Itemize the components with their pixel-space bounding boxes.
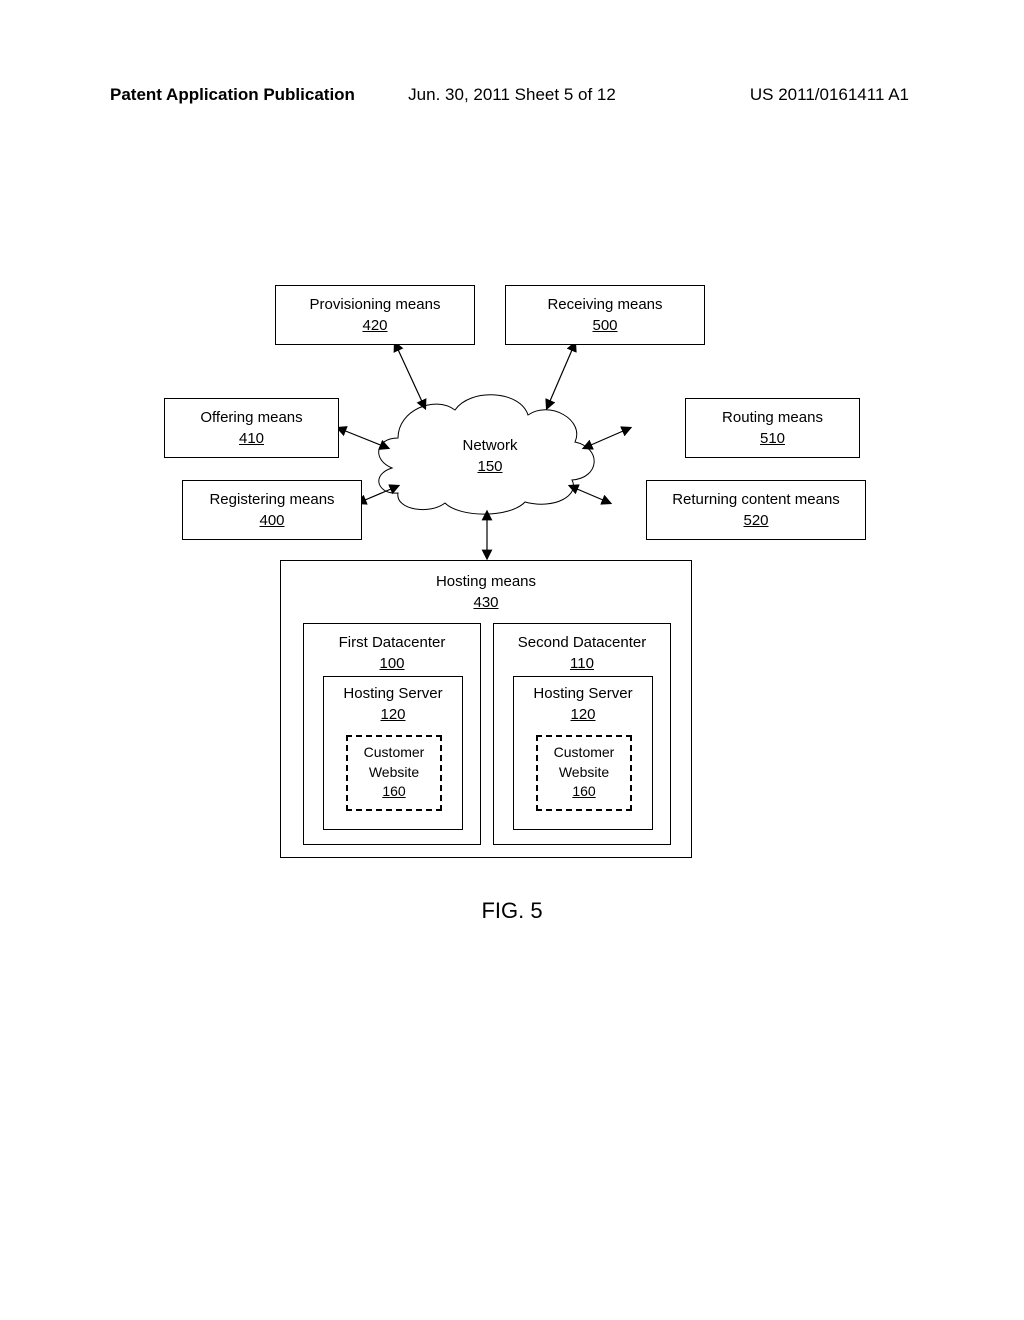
- dc1-website-l2: Website: [369, 764, 419, 780]
- provisioning-label: Provisioning means: [281, 294, 469, 315]
- registering-label: Registering means: [188, 489, 356, 510]
- header-patent-number: US 2011/0161411 A1: [750, 85, 909, 105]
- dc1-website-l1: Customer: [364, 744, 425, 760]
- offering-ref: 410: [170, 428, 333, 449]
- dc2-website-l2: Website: [559, 764, 609, 780]
- offering-label: Offering means: [170, 407, 333, 428]
- dc1-website-box: Customer Website 160: [346, 735, 442, 811]
- hosting-ref: 430: [473, 594, 498, 611]
- returning-label: Returning content means: [652, 489, 860, 510]
- dc1-label: First Datacenter: [339, 634, 446, 651]
- first-datacenter-box: First Datacenter 100 Hosting Server 120 …: [303, 623, 481, 845]
- dc2-label: Second Datacenter: [518, 634, 646, 651]
- dc2-website-ref: 160: [572, 783, 595, 799]
- hosting-label: Hosting means: [436, 573, 536, 590]
- network-text: Network 150: [385, 435, 595, 477]
- returning-ref: 520: [652, 510, 860, 531]
- registering-means-box: Registering means 400: [182, 480, 362, 540]
- second-datacenter-box: Second Datacenter 110 Hosting Server 120…: [493, 623, 671, 845]
- dc2-server-label: Hosting Server: [533, 685, 632, 702]
- offering-means-box: Offering means 410: [164, 398, 339, 458]
- routing-means-box: Routing means 510: [685, 398, 860, 458]
- network-ref: 150: [477, 458, 502, 475]
- hosting-title: Hosting means 430: [281, 561, 691, 613]
- header-sheet-info: Jun. 30, 2011 Sheet 5 of 12: [408, 85, 616, 105]
- header-publication: Patent Application Publication: [110, 85, 355, 105]
- provisioning-means-box: Provisioning means 420: [275, 285, 475, 345]
- dc1-website-ref: 160: [382, 783, 405, 799]
- network-cloud: Network 150: [385, 375, 595, 510]
- page-header: Patent Application Publication Jun. 30, …: [0, 85, 1024, 105]
- dc2-website-l1: Customer: [554, 744, 615, 760]
- dc2-server-ref: 120: [570, 706, 595, 723]
- dc2-server-box: Hosting Server 120 Customer Website 160: [513, 676, 653, 830]
- dc1-server-ref: 120: [380, 706, 405, 723]
- returning-means-box: Returning content means 520: [646, 480, 866, 540]
- hosting-means-box: Hosting means 430 First Datacenter 100 H…: [280, 560, 692, 858]
- provisioning-ref: 420: [281, 315, 469, 336]
- dc2-ref: 110: [570, 655, 594, 672]
- dc1-ref: 100: [379, 655, 404, 672]
- receiving-ref: 500: [511, 315, 699, 336]
- dc2-website-box: Customer Website 160: [536, 735, 632, 811]
- receiving-label: Receiving means: [511, 294, 699, 315]
- receiving-means-box: Receiving means 500: [505, 285, 705, 345]
- dc1-server-box: Hosting Server 120 Customer Website 160: [323, 676, 463, 830]
- dc1-server-label: Hosting Server: [343, 685, 442, 702]
- routing-ref: 510: [691, 428, 854, 449]
- registering-ref: 400: [188, 510, 356, 531]
- figure-label: FIG. 5: [0, 898, 1024, 924]
- network-label: Network: [462, 437, 517, 454]
- routing-label: Routing means: [691, 407, 854, 428]
